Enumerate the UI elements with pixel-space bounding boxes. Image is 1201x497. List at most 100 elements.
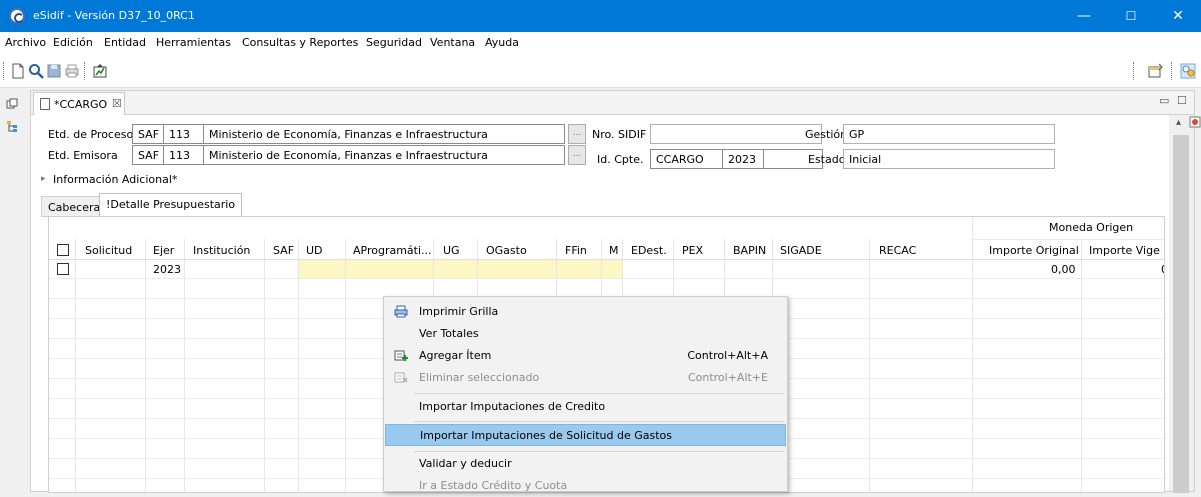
- etd-proceso-nombre: Ministerio de Economía, Finanzas e Infra…: [203, 124, 565, 144]
- context-menu: Imprimir Grilla Ver Totales Agregar Ítem…: [383, 296, 788, 492]
- menu-item-label: Validar y deducir: [419, 457, 512, 470]
- maximize-editor-icon[interactable]: ☐: [1177, 94, 1187, 107]
- add-row-icon: [394, 350, 408, 361]
- problems-view-icon[interactable]: [1189, 116, 1201, 128]
- col-ud[interactable]: UD: [306, 244, 323, 257]
- tab-ccargo[interactable]: *CCARGO ☒: [33, 92, 125, 115]
- menu-entidad[interactable]: Entidad: [104, 36, 146, 49]
- col-pex[interactable]: PEX: [682, 244, 703, 257]
- export-report-icon[interactable]: [92, 63, 108, 79]
- col-institucion[interactable]: Institución: [193, 244, 250, 257]
- col-recac[interactable]: RECAC: [879, 244, 916, 257]
- menu-separator: [414, 451, 784, 452]
- editable-cell[interactable]: [346, 260, 433, 278]
- toolbar-separator: [1133, 62, 1134, 80]
- print-icon[interactable]: [64, 63, 80, 79]
- save-icon[interactable]: [46, 63, 62, 79]
- menu-separator: [414, 421, 784, 422]
- document-icon: [40, 98, 50, 110]
- open-perspective-icon[interactable]: [1147, 63, 1163, 79]
- col-sigade[interactable]: SIGADE: [780, 244, 822, 257]
- maximize-button[interactable]: ☐: [1108, 0, 1154, 32]
- nro-sidif-label: Nro. SIDIF: [592, 128, 647, 141]
- etd-emisora-codigo: 113: [163, 145, 204, 165]
- minimize-editor-icon[interactable]: ▭: [1159, 94, 1169, 107]
- menu-item-label: Agregar Ítem: [419, 349, 492, 362]
- menu-ayuda[interactable]: Ayuda: [485, 36, 519, 49]
- menu-item-label: Ir a Estado Crédito y Cuota: [419, 479, 568, 492]
- col-m[interactable]: M: [609, 244, 619, 257]
- restore-view-icon[interactable]: [6, 98, 18, 110]
- col-ug[interactable]: UG: [443, 244, 460, 257]
- editable-cell[interactable]: [602, 260, 622, 278]
- etd-proceso-browse-button[interactable]: ...: [568, 124, 586, 144]
- editable-cell[interactable]: [557, 260, 601, 278]
- window-titlebar: eSidif - Versión D37_10_0RC1 — ☐ ✕: [0, 0, 1201, 32]
- menu-consultas-reportes[interactable]: Consultas y Reportes: [242, 36, 358, 49]
- menu-item-label: Imprimir Grilla: [419, 305, 499, 318]
- scroll-thumb[interactable]: [1173, 135, 1189, 493]
- tab-detalle-presupuestario[interactable]: !Detalle Presupuestario: [99, 193, 243, 217]
- col-bapin[interactable]: BAPIN: [733, 244, 766, 257]
- menu-item-importar-imputaciones-credito[interactable]: Importar Imputaciones de Credito: [385, 396, 786, 418]
- menu-seguridad[interactable]: Seguridad: [366, 36, 422, 49]
- row-checkbox[interactable]: [57, 263, 69, 275]
- col-edest[interactable]: EDest.: [631, 244, 667, 257]
- menu-item-ir-estado-credito-cuota[interactable]: Ir a Estado Crédito y Cuota: [385, 475, 786, 497]
- menu-item-agregar-item[interactable]: Agregar Ítem Control+Alt+A: [385, 345, 786, 367]
- close-button[interactable]: ✕: [1155, 0, 1201, 32]
- menu-archivo[interactable]: Archivo: [5, 36, 46, 49]
- gestion-field: GP: [843, 124, 1055, 144]
- col-saf[interactable]: SAF: [273, 244, 294, 257]
- nro-sidif-field[interactable]: [650, 124, 822, 144]
- hierarchy-view-icon[interactable]: [6, 120, 18, 132]
- menu-item-importar-imputaciones-solicitud-gastos[interactable]: Importar Imputaciones de Solicitud de Ga…: [385, 424, 786, 446]
- perspective-icon[interactable]: [1180, 63, 1196, 79]
- menu-item-eliminar-seleccionado[interactable]: Eliminar seleccionado Control+Alt+E: [385, 367, 786, 389]
- menu-item-ver-totales[interactable]: Ver Totales: [385, 323, 786, 345]
- toolbar-grip: [3, 62, 4, 80]
- col-importe-original[interactable]: Importe Original: [989, 244, 1079, 257]
- menu-item-shortcut: Control+Alt+E: [687, 371, 768, 384]
- close-tab-icon[interactable]: ☒: [112, 97, 122, 110]
- gestion-label: Gestión: [805, 128, 848, 141]
- menu-ventana[interactable]: Ventana: [430, 36, 475, 49]
- menu-item-imprimir-grilla[interactable]: Imprimir Grilla: [385, 301, 786, 323]
- etd-proceso-codigo: 113: [163, 124, 204, 144]
- estado-field: Inicial: [843, 149, 1055, 169]
- row-importe-original: 0,00: [1051, 263, 1076, 276]
- menu-item-validar-deducir[interactable]: Validar y deducir: [385, 453, 786, 475]
- scroll-up-icon[interactable]: ▴: [1176, 117, 1181, 128]
- etd-emisora-browse-button[interactable]: ...: [568, 145, 586, 165]
- minimize-button[interactable]: —: [1061, 0, 1107, 32]
- menu-item-shortcut: Control+Alt+A: [687, 349, 768, 362]
- expand-arrow-icon[interactable]: ▸: [41, 174, 46, 184]
- toolbar: [0, 54, 1201, 88]
- search-icon[interactable]: [28, 63, 44, 79]
- vertical-scrollbar[interactable]: ▴: [1169, 115, 1194, 493]
- tab-cabecera[interactable]: Cabecera: [41, 196, 108, 217]
- editable-cell[interactable]: [478, 260, 556, 278]
- col-solicitud[interactable]: Solicitud: [85, 244, 132, 257]
- menu-item-label: Importar Imputaciones de Solicitud de Ga…: [420, 429, 672, 442]
- col-ogasto[interactable]: OGasto: [486, 244, 527, 257]
- id-cpte-tipo: CCARGO: [650, 149, 723, 169]
- new-file-icon[interactable]: [10, 63, 26, 79]
- col-aprogramatica[interactable]: AProgramáti...: [353, 244, 432, 257]
- info-adicional-toggle[interactable]: Información Adicional*: [53, 173, 177, 186]
- printer-icon: [394, 305, 408, 318]
- etd-proceso-label: Etd. de Proceso: [48, 128, 134, 141]
- menu-item-label: Eliminar seleccionado: [419, 371, 540, 384]
- menu-herramientas[interactable]: Herramientas: [156, 36, 231, 49]
- menu-edicion[interactable]: Edición: [53, 36, 93, 49]
- etd-proceso-tipo: SAF: [132, 124, 164, 144]
- col-ffin[interactable]: FFin: [565, 244, 587, 257]
- editable-cell[interactable]: [434, 260, 477, 278]
- editable-cell[interactable]: [299, 260, 345, 278]
- tab-label: *CCARGO: [54, 98, 108, 111]
- toolbar-separator: [1171, 62, 1172, 80]
- select-all-checkbox[interactable]: [57, 244, 69, 256]
- col-ejer[interactable]: Ejer: [153, 244, 174, 257]
- left-trim-bar: [0, 88, 28, 492]
- col-importe-vigente[interactable]: Importe Vige: [1089, 244, 1160, 257]
